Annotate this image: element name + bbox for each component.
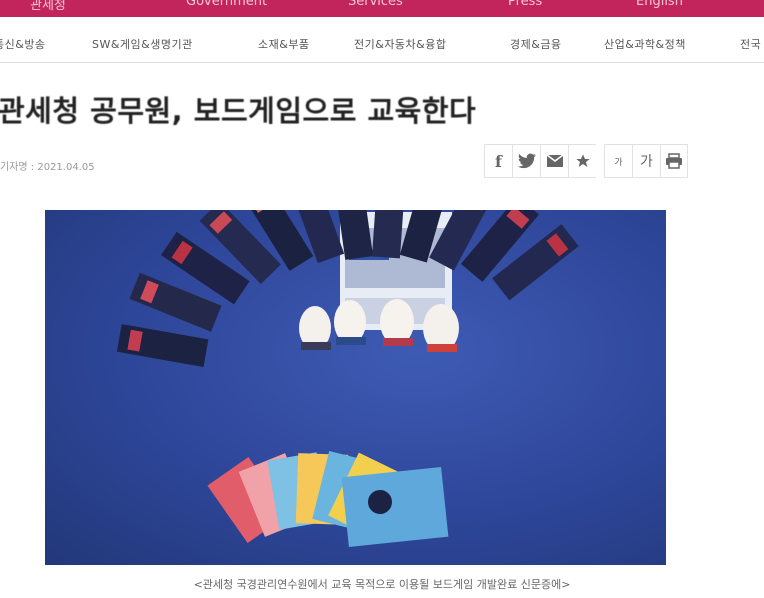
twitter-share-button[interactable] xyxy=(512,144,540,178)
category-link[interactable]: 전국 xyxy=(740,36,761,52)
photo-caption: <관세청 국경관리연수원에서 교육 목적으로 이용될 보드게임 개발완료 신문증… xyxy=(193,578,571,591)
category-link[interactable]: 산업&과학&정책 xyxy=(604,36,686,52)
mail-icon xyxy=(546,154,563,167)
facebook-icon: f xyxy=(495,151,502,171)
top-nav-item[interactable]: English xyxy=(636,0,683,9)
font-decrease-button[interactable]: 가 xyxy=(604,144,632,178)
print-button[interactable] xyxy=(660,144,688,178)
font-increase-button[interactable]: 가 xyxy=(632,144,660,178)
share-toolbar: f 가 가 xyxy=(484,144,688,178)
category-link[interactable]: 경제&금융 xyxy=(510,36,562,52)
category-link[interactable]: 전기&자동차&융합 xyxy=(354,36,447,52)
top-navigation-bar: 관세청 Government Services Press English xyxy=(0,0,764,17)
email-share-button[interactable] xyxy=(540,144,568,178)
category-link[interactable]: 소재&부품 xyxy=(258,36,310,52)
font-large-icon: 가 xyxy=(640,154,653,170)
top-nav-item[interactable]: Government xyxy=(186,0,267,9)
category-nav: 통신&방송 SW&게임&생명기관 소재&부품 전기&자동차&융합 경제&금융 산… xyxy=(0,26,764,63)
color-cards xyxy=(207,450,449,548)
category-link[interactable]: 통신&방송 xyxy=(0,36,46,52)
print-icon xyxy=(666,153,682,169)
twitter-icon xyxy=(517,153,536,169)
top-nav-item[interactable]: Services xyxy=(348,0,403,9)
font-small-icon: 가 xyxy=(614,157,623,168)
star-icon xyxy=(575,154,590,167)
article-photo xyxy=(45,210,666,565)
bookmark-button[interactable] xyxy=(568,144,596,178)
top-nav-item[interactable]: Press xyxy=(508,0,542,9)
article-meta: 기자명 : 2021.04.05 xyxy=(0,162,95,173)
category-link[interactable]: SW&게임&생명기관 xyxy=(92,36,193,52)
top-nav-item[interactable]: 관세청 xyxy=(30,0,66,13)
article-headline: 관세청 공무원, 보드게임으로 교육한다 xyxy=(0,94,477,128)
board-game-photo-illustration xyxy=(116,210,579,548)
facebook-share-button[interactable]: f xyxy=(484,144,512,178)
